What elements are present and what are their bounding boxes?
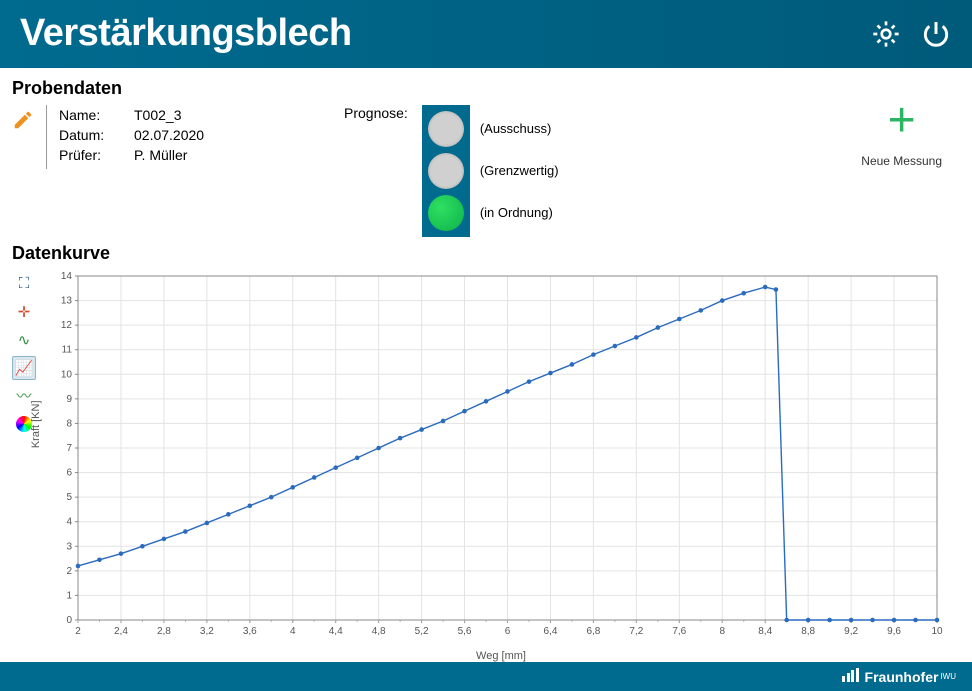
svg-text:3: 3 [66, 541, 72, 552]
label-ausschuss: (Ausschuss) [480, 111, 559, 147]
traffic-light [422, 105, 470, 237]
header-actions [870, 18, 952, 50]
svg-text:2: 2 [66, 565, 72, 576]
label-in-ordnung: (in Ordnung) [480, 195, 559, 231]
svg-text:8,4: 8,4 [758, 626, 772, 637]
edit-icon[interactable] [12, 109, 34, 131]
svg-text:5: 5 [66, 492, 72, 503]
prognose-block: Prognose: (Ausschuss) (Grenzwertig) (in … [344, 105, 559, 237]
app-header: Verstärkungsblech [0, 0, 972, 68]
svg-text:0: 0 [66, 615, 72, 626]
light-grenzwertig [428, 153, 464, 189]
datum-label: Datum: [59, 125, 134, 145]
chart-ylabel: Kraft [KN] [30, 400, 42, 448]
footer-unit: IWU [940, 672, 956, 685]
svg-text:4: 4 [66, 516, 72, 527]
app-footer: Fraunhofer IWU [0, 662, 972, 691]
gear-icon[interactable] [870, 18, 902, 50]
svg-text:9,2: 9,2 [844, 626, 858, 637]
svg-text:5,6: 5,6 [458, 626, 472, 637]
light-ausschuss [428, 111, 464, 147]
svg-text:2: 2 [75, 626, 81, 637]
svg-text:7: 7 [66, 443, 72, 454]
svg-text:13: 13 [61, 295, 73, 306]
svg-text:4,4: 4,4 [329, 626, 343, 637]
pruefer-label: Prüfer: [59, 145, 134, 165]
svg-text:14: 14 [61, 271, 73, 282]
svg-text:8,8: 8,8 [801, 626, 815, 637]
page-title: Verstärkungsblech [20, 12, 352, 55]
svg-text:9,6: 9,6 [887, 626, 901, 637]
new-measurement-label: Neue Messung [861, 154, 942, 168]
chart-area: Kraft [KN] 0123456789101112131422,42,83,… [42, 270, 960, 662]
svg-text:6: 6 [505, 626, 511, 637]
datenkurve-section: Datenkurve ⛶✛∿📈〰 Kraft [KN] 012345678910… [12, 243, 960, 662]
svg-text:1: 1 [66, 590, 72, 601]
svg-text:2,4: 2,4 [114, 626, 128, 637]
svg-text:7,2: 7,2 [629, 626, 643, 637]
svg-text:2,8: 2,8 [157, 626, 171, 637]
main-content: Probendaten Name: T002_3 Datum: 02.07.20… [0, 68, 972, 662]
name-value: T002_3 [134, 105, 274, 125]
datum-value: 02.07.2020 [134, 125, 274, 145]
light-in-ordnung [428, 195, 464, 231]
pruefer-value: P. Müller [134, 145, 274, 165]
name-label: Name: [59, 105, 134, 125]
svg-text:4: 4 [290, 626, 296, 637]
svg-text:6,4: 6,4 [543, 626, 557, 637]
logo-bars-icon [842, 668, 859, 682]
probe-data-grid: Name: T002_3 Datum: 02.07.2020 Prüfer: P… [46, 105, 274, 170]
svg-text:6: 6 [66, 467, 72, 478]
svg-text:8: 8 [719, 626, 725, 637]
datenkurve-title: Datenkurve [12, 243, 960, 264]
svg-text:10: 10 [61, 369, 73, 380]
svg-text:5,2: 5,2 [415, 626, 429, 637]
signal-icon[interactable]: ∿ [12, 328, 36, 352]
chart-toolbar: ⛶✛∿📈〰 [12, 270, 42, 662]
label-grenzwertig: (Grenzwertig) [480, 153, 559, 189]
probendaten-row: Name: T002_3 Datum: 02.07.2020 Prüfer: P… [12, 105, 960, 237]
footer-brand: Fraunhofer [865, 669, 939, 685]
svg-text:8: 8 [66, 418, 72, 429]
svg-text:3,6: 3,6 [243, 626, 257, 637]
svg-text:3,2: 3,2 [200, 626, 214, 637]
svg-text:12: 12 [61, 320, 73, 331]
svg-text:10: 10 [931, 626, 943, 637]
plus-icon: + [861, 100, 942, 142]
svg-text:7,6: 7,6 [672, 626, 686, 637]
chart-canvas[interactable]: 0123456789101112131422,42,83,23,644,44,8… [42, 270, 947, 648]
chart-xlabel: Weg [mm] [42, 650, 960, 662]
crosshair-icon[interactable]: ✛ [12, 300, 36, 324]
new-measurement-button[interactable]: + Neue Messung [861, 100, 942, 168]
fraunhofer-logo: Fraunhofer IWU [842, 668, 956, 685]
power-icon[interactable] [920, 18, 952, 50]
traffic-light-labels: (Ausschuss) (Grenzwertig) (in Ordnung) [470, 105, 559, 237]
svg-text:11: 11 [62, 344, 73, 355]
zoom-fit-icon[interactable]: ⛶ [12, 272, 36, 296]
svg-text:4,8: 4,8 [372, 626, 386, 637]
prognose-label: Prognose: [344, 105, 422, 237]
svg-text:6,8: 6,8 [586, 626, 600, 637]
svg-text:9: 9 [66, 393, 72, 404]
line-chart-icon[interactable]: 📈 [12, 356, 36, 380]
probendaten-title: Probendaten [12, 78, 960, 99]
